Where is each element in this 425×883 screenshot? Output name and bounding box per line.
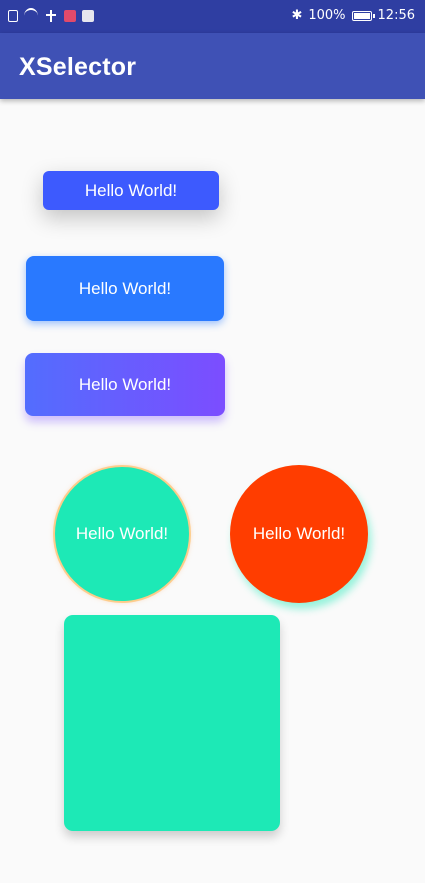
status-left-icons — [8, 8, 94, 24]
status-bar: ✱ 100% 12:56 — [0, 0, 425, 33]
hello-world-circle-button-2[interactable]: Hello World! — [230, 465, 368, 603]
hello-world-button-3[interactable]: Hello World! — [25, 353, 225, 416]
battery-percent: 100% — [308, 8, 346, 23]
status-right: ✱ 100% 12:56 — [291, 8, 415, 23]
hello-world-circle-button-1[interactable]: Hello World! — [55, 467, 189, 601]
app-bar: XSelector — [0, 33, 425, 99]
clock: 12:56 — [377, 8, 415, 23]
wifi-icon — [24, 8, 38, 24]
hello-world-button-1[interactable]: Hello World! — [43, 171, 219, 210]
green-square-view[interactable] — [64, 615, 280, 831]
hello-world-button-2[interactable]: Hello World! — [26, 256, 224, 321]
usb-icon — [44, 9, 58, 23]
bluetooth-icon: ✱ — [291, 8, 303, 23]
battery-icon — [351, 10, 375, 21]
app-title: XSelector — [19, 53, 137, 81]
app-notification-icon — [64, 10, 76, 22]
file-icon — [8, 10, 18, 22]
app-notification-icon-2 — [82, 10, 94, 22]
